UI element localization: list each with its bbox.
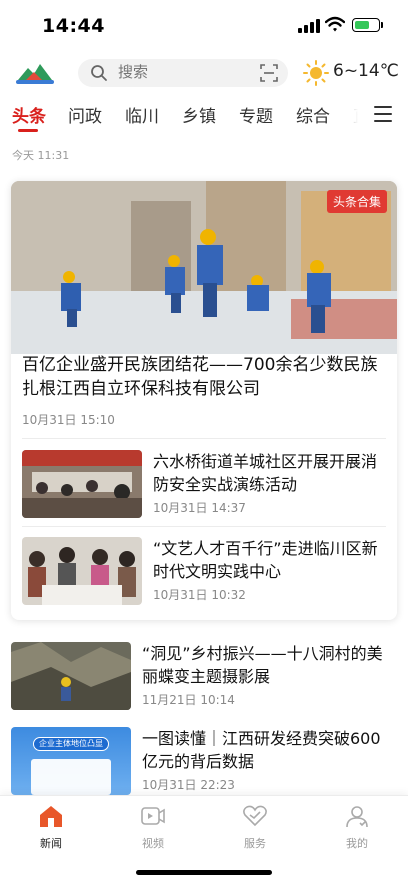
home-indicator[interactable]	[136, 870, 272, 875]
video-icon	[141, 807, 165, 825]
user-icon	[346, 806, 368, 828]
search-input[interactable]	[118, 63, 248, 81]
date-label: 今天 11:31	[12, 149, 70, 162]
nav-video[interactable]: 视频	[123, 804, 183, 851]
article-thumbnail: 企业主体地位凸显	[11, 727, 131, 795]
app-logo[interactable]	[16, 58, 54, 86]
tab-topics[interactable]: 专题	[239, 102, 273, 127]
tab-towns[interactable]: 乡镇	[182, 102, 216, 127]
article-title[interactable]: 一图读懂｜江西研发经费突破600亿元的背后数据	[142, 727, 392, 773]
article-thumbnail	[22, 537, 142, 605]
article-time: 11月21日 10:14	[142, 693, 235, 707]
home-icon	[40, 806, 62, 827]
tab-general[interactable]: 综合	[296, 102, 330, 127]
wifi-icon	[325, 16, 345, 32]
thumbnail-caption: 企业主体地位凸显	[33, 737, 109, 751]
menu-icon[interactable]	[374, 106, 392, 124]
headline-card[interactable]: 头条合集 百亿企业盛开民族团结花——700余名少数民族扎根江西自立环保科技有限公…	[11, 181, 397, 620]
article-time: 10月31日 10:32	[153, 588, 246, 602]
weather-temperature[interactable]: 6~14℃	[333, 61, 399, 81]
tab-linchuan[interactable]: 临川	[125, 102, 159, 127]
nav-profile[interactable]: 我的	[327, 804, 387, 851]
tabs-fade	[330, 96, 370, 136]
divider	[22, 438, 386, 439]
list-item[interactable]: 六水桥街道羊城社区开展开展消防安全实战演练活动 10月31日 14:37	[22, 450, 386, 520]
collection-badge[interactable]: 头条合集	[326, 190, 387, 213]
article-title[interactable]: 六水桥街道羊城社区开展开展消防安全实战演练活动	[153, 450, 386, 496]
article-title[interactable]: “文艺人才百千行”走进临川区新时代文明实践中心	[153, 537, 386, 583]
list-item[interactable]: “文艺人才百千行”走进临川区新时代文明实践中心 10月31日 10:32	[22, 537, 386, 607]
list-item[interactable]: “洞见”乡村振兴——十八洞村的美丽蝶变主题摄影展 11月21日 10:14	[11, 642, 397, 712]
nav-label: 我的	[346, 837, 368, 850]
status-bar: 14:44	[0, 0, 408, 52]
sun-icon	[303, 60, 329, 86]
channel-tabs: 头条 问政 临川 乡镇 专题 综合 直	[0, 96, 408, 136]
article-time: 10月31日 14:37	[153, 501, 246, 515]
nav-news[interactable]: 新闻	[21, 804, 81, 851]
top-bar: 6~14℃	[0, 52, 408, 92]
list-item[interactable]: 企业主体地位凸显 一图读懂｜江西研发经费突破600亿元的背后数据 10月31日 …	[11, 727, 397, 797]
nav-label: 服务	[244, 837, 266, 850]
search-bar[interactable]	[78, 59, 288, 87]
active-tab-indicator	[18, 129, 38, 132]
article-thumbnail	[22, 450, 142, 518]
nav-label: 视频	[142, 837, 164, 850]
article-time: 10月31日 22:23	[142, 778, 235, 792]
heart-icon	[243, 805, 267, 827]
signal-icon	[298, 19, 320, 33]
hero-image[interactable]: 头条合集	[11, 181, 397, 354]
divider	[22, 526, 386, 527]
nav-label: 新闻	[40, 837, 62, 850]
tab-headlines[interactable]: 头条	[12, 102, 46, 127]
search-icon	[91, 65, 107, 81]
battery-icon	[352, 18, 380, 32]
status-time: 14:44	[42, 15, 105, 37]
battery-tip	[381, 22, 383, 28]
article-thumbnail	[11, 642, 131, 710]
headline-time: 10月31日 15:10	[22, 413, 115, 427]
headline-title[interactable]: 百亿企业盛开民族团结花——700余名少数民族扎根江西自立环保科技有限公司	[22, 353, 388, 401]
article-title[interactable]: “洞见”乡村振兴——十八洞村的美丽蝶变主题摄影展	[142, 642, 392, 688]
nav-services[interactable]: 服务	[225, 804, 285, 851]
scan-icon[interactable]	[260, 64, 278, 82]
tab-wenzheng[interactable]: 问政	[68, 102, 102, 127]
